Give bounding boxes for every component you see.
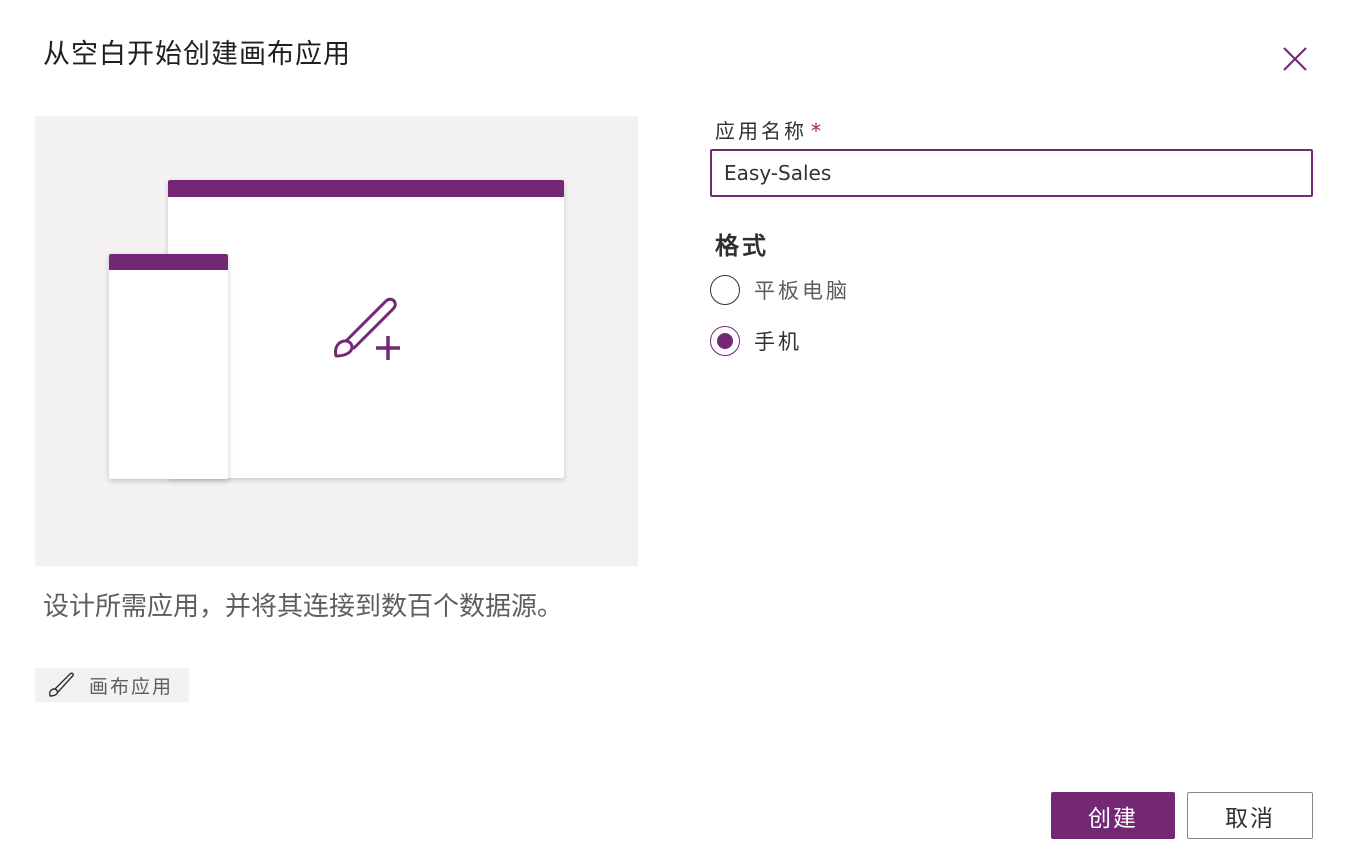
create-button[interactable]: 创建 [1051,792,1175,839]
format-option-label: 手机 [754,330,802,354]
format-option-label: 平板电脑 [754,279,850,303]
close-icon [1283,47,1307,71]
tag-label: 画布应用 [89,675,174,698]
radio-button-phone[interactable] [710,326,740,356]
app-name-label: 应用名称 * [715,115,824,144]
format-option-tablet[interactable]: 平板电脑 [710,275,850,305]
canvas-app-tag: 画布应用 [35,668,189,702]
create-canvas-app-dialog: 从空白开始创建画布应用 设计所需应用，并将其连接到数百个数据源。 画布应用 应用… [0,0,1348,855]
required-marker: * [811,119,824,143]
paintbrush-icon [49,672,74,697]
app-preview-illustration [35,116,638,566]
cancel-button[interactable]: 取消 [1187,792,1313,839]
app-name-input[interactable] [710,149,1313,197]
tablet-header-bar [168,180,564,197]
radio-button-tablet[interactable] [710,275,740,305]
phone-header-bar [109,254,228,270]
preview-description: 设计所需应用，并将其连接到数百个数据源。 [43,592,564,622]
phone-mockup [109,254,228,479]
app-name-label-text: 应用名称 [715,119,807,143]
paintbrush-plus-icon [334,297,400,360]
close-button[interactable] [1276,40,1314,78]
format-section-title: 格式 [715,232,769,260]
format-option-phone[interactable]: 手机 [710,326,802,356]
dialog-title: 从空白开始创建画布应用 [43,39,351,70]
